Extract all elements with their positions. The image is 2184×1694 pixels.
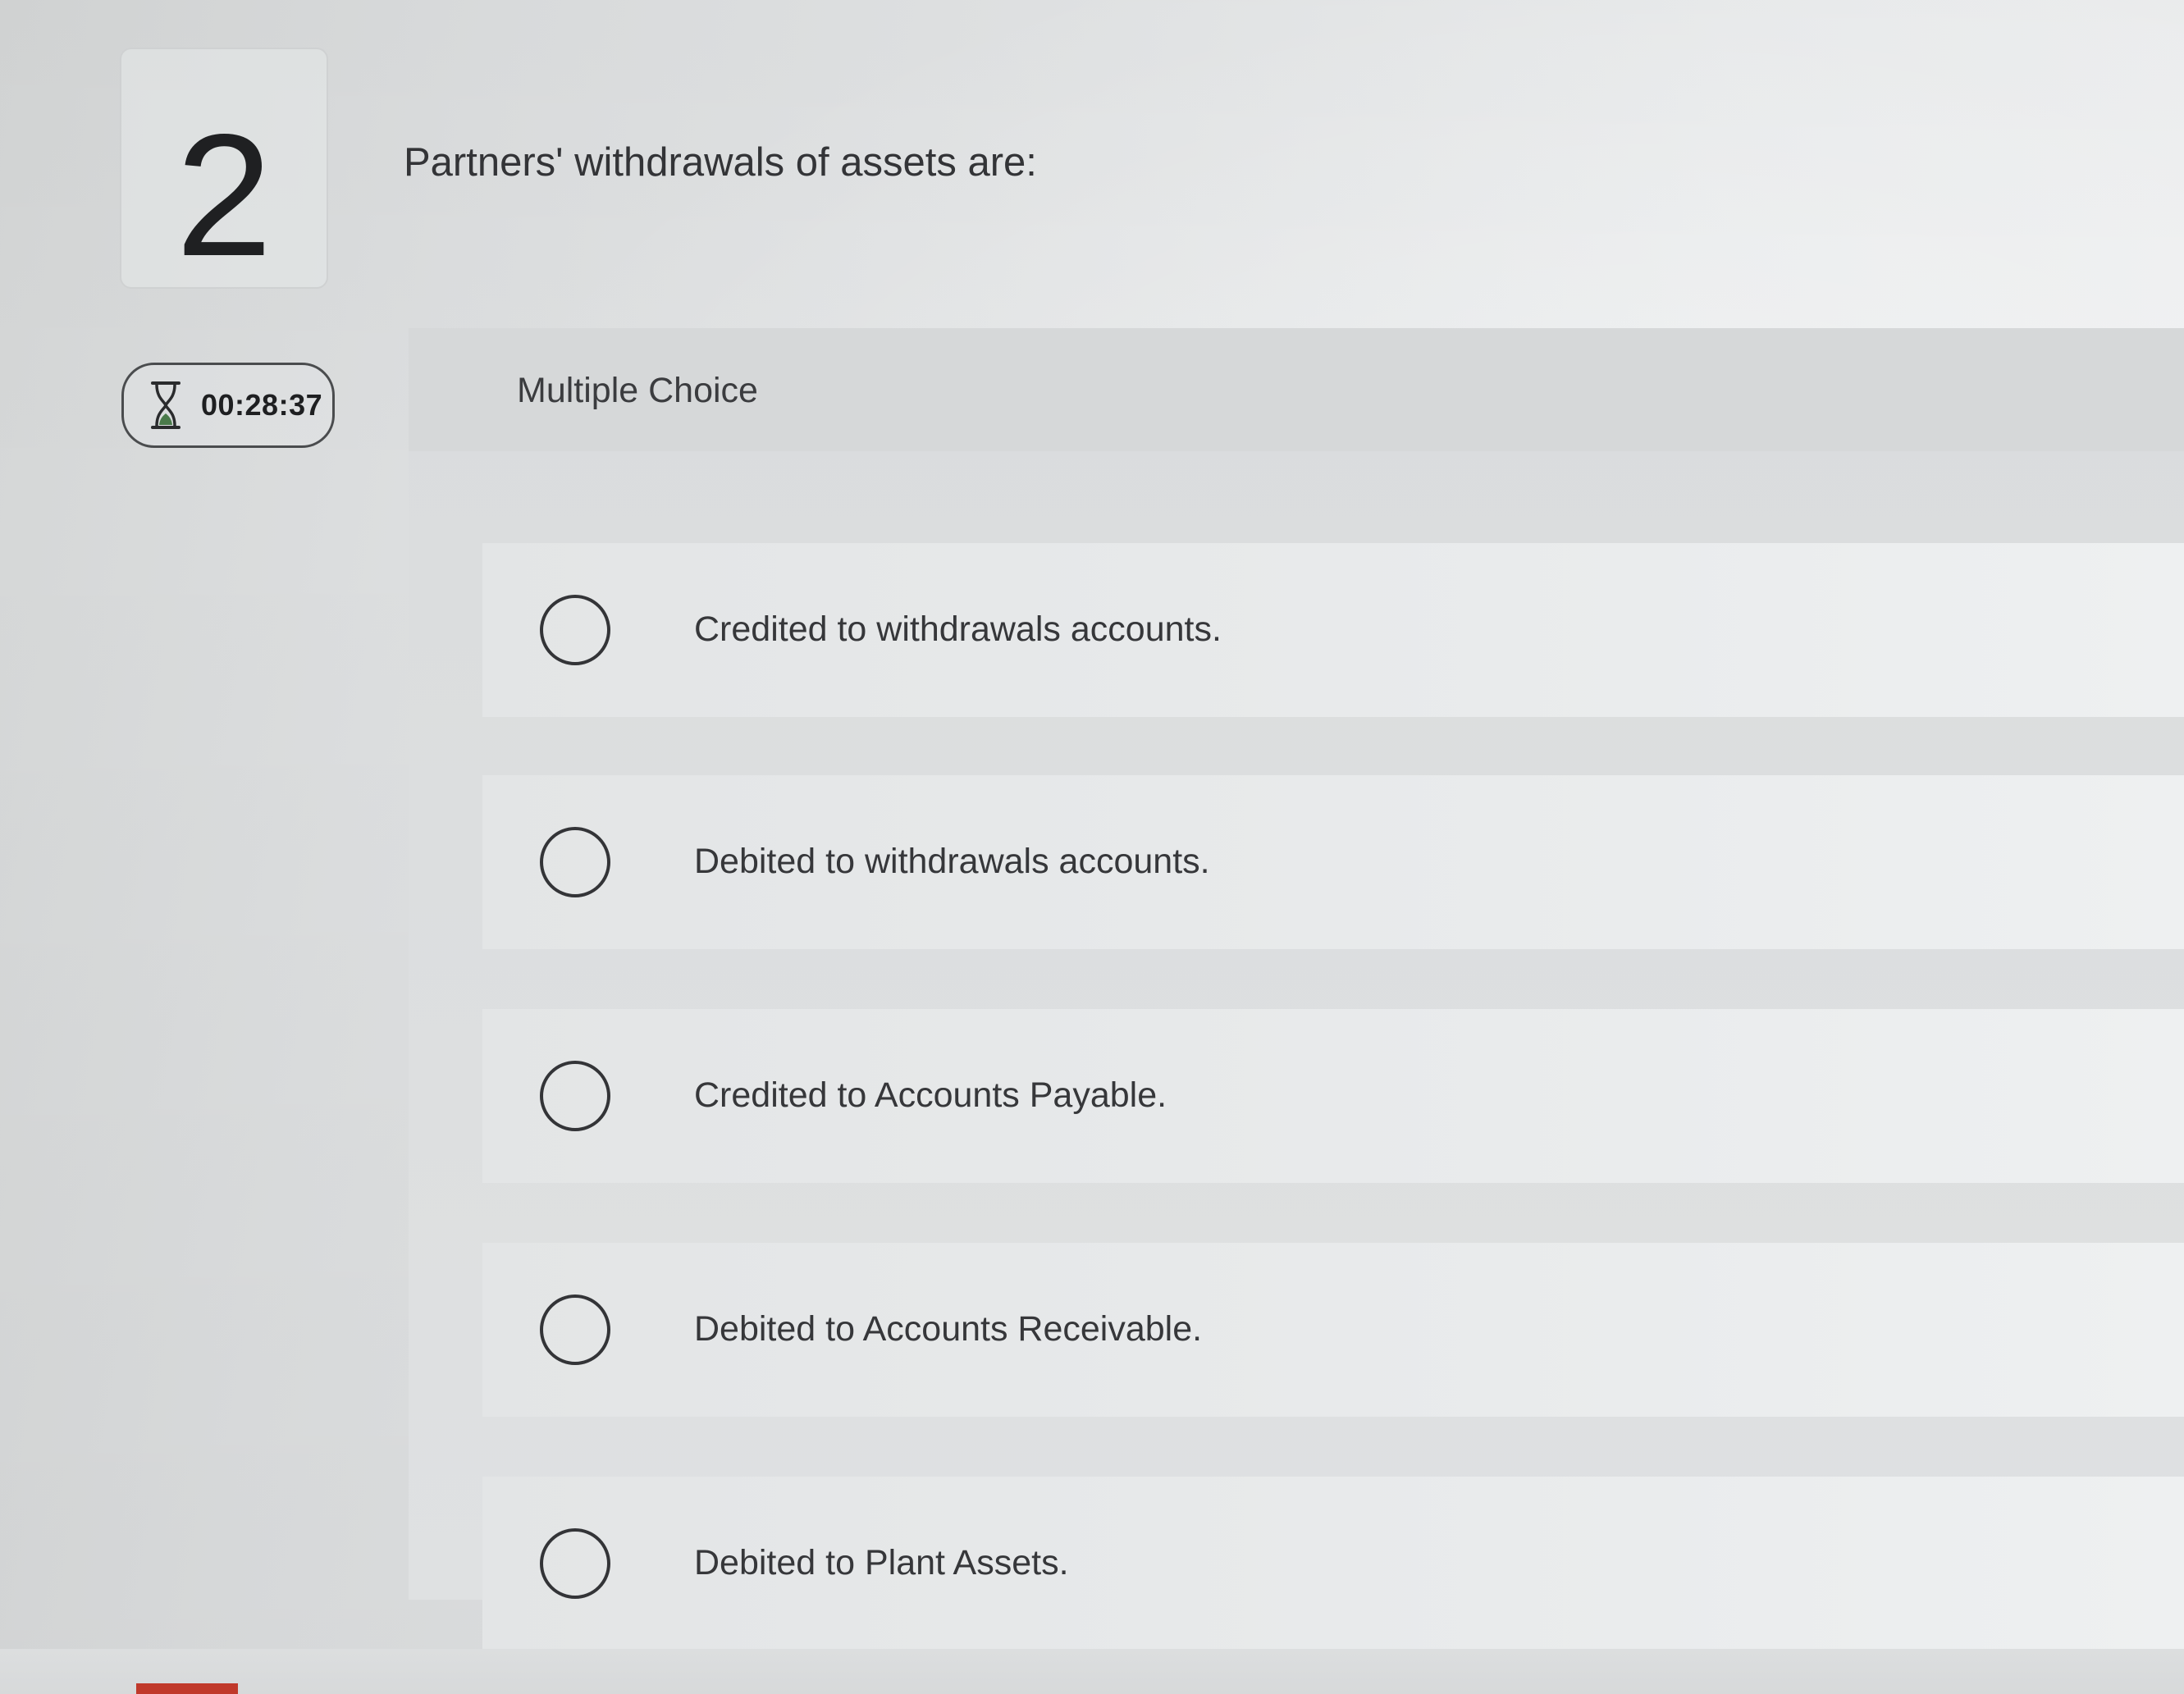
choice-option-5[interactable]: Debited to Plant Assets.: [482, 1477, 2184, 1651]
radio-button[interactable]: [540, 1061, 610, 1131]
choice-option-4[interactable]: Debited to Accounts Receivable.: [482, 1243, 2184, 1417]
choice-label: Debited to Plant Assets.: [694, 1543, 1069, 1582]
choice-option-2[interactable]: Debited to withdrawals accounts.: [482, 775, 2184, 949]
question-number-box: 2: [120, 48, 328, 289]
timer-value: 00:28:37: [201, 388, 323, 422]
choice-label: Credited to withdrawals accounts.: [694, 610, 1222, 649]
radio-button[interactable]: [540, 827, 610, 897]
question-type-label: Multiple Choice: [517, 371, 758, 410]
timer-badge[interactable]: 00:28:37: [121, 363, 335, 448]
footer-accent-bar: [136, 1683, 238, 1694]
radio-button[interactable]: [540, 1528, 610, 1599]
choice-label: Debited to Accounts Receivable.: [694, 1309, 1203, 1349]
choice-option-3[interactable]: Credited to Accounts Payable.: [482, 1009, 2184, 1183]
hourglass-icon: [151, 381, 180, 429]
radio-button[interactable]: [540, 1294, 610, 1365]
choices-panel: Multiple Choice Credited to withdrawals …: [409, 328, 2184, 1651]
question-prompt: Partners' withdrawals of assets are:: [404, 140, 1037, 185]
choice-label: Credited to Accounts Payable.: [694, 1075, 1167, 1115]
footer-strip: [0, 1649, 2184, 1694]
panel-header: Multiple Choice: [409, 328, 2184, 451]
choice-label: Debited to withdrawals accounts.: [694, 842, 1210, 881]
radio-button[interactable]: [540, 595, 610, 665]
choice-option-1[interactable]: Credited to withdrawals accounts.: [482, 543, 2184, 717]
question-number: 2: [176, 98, 272, 292]
